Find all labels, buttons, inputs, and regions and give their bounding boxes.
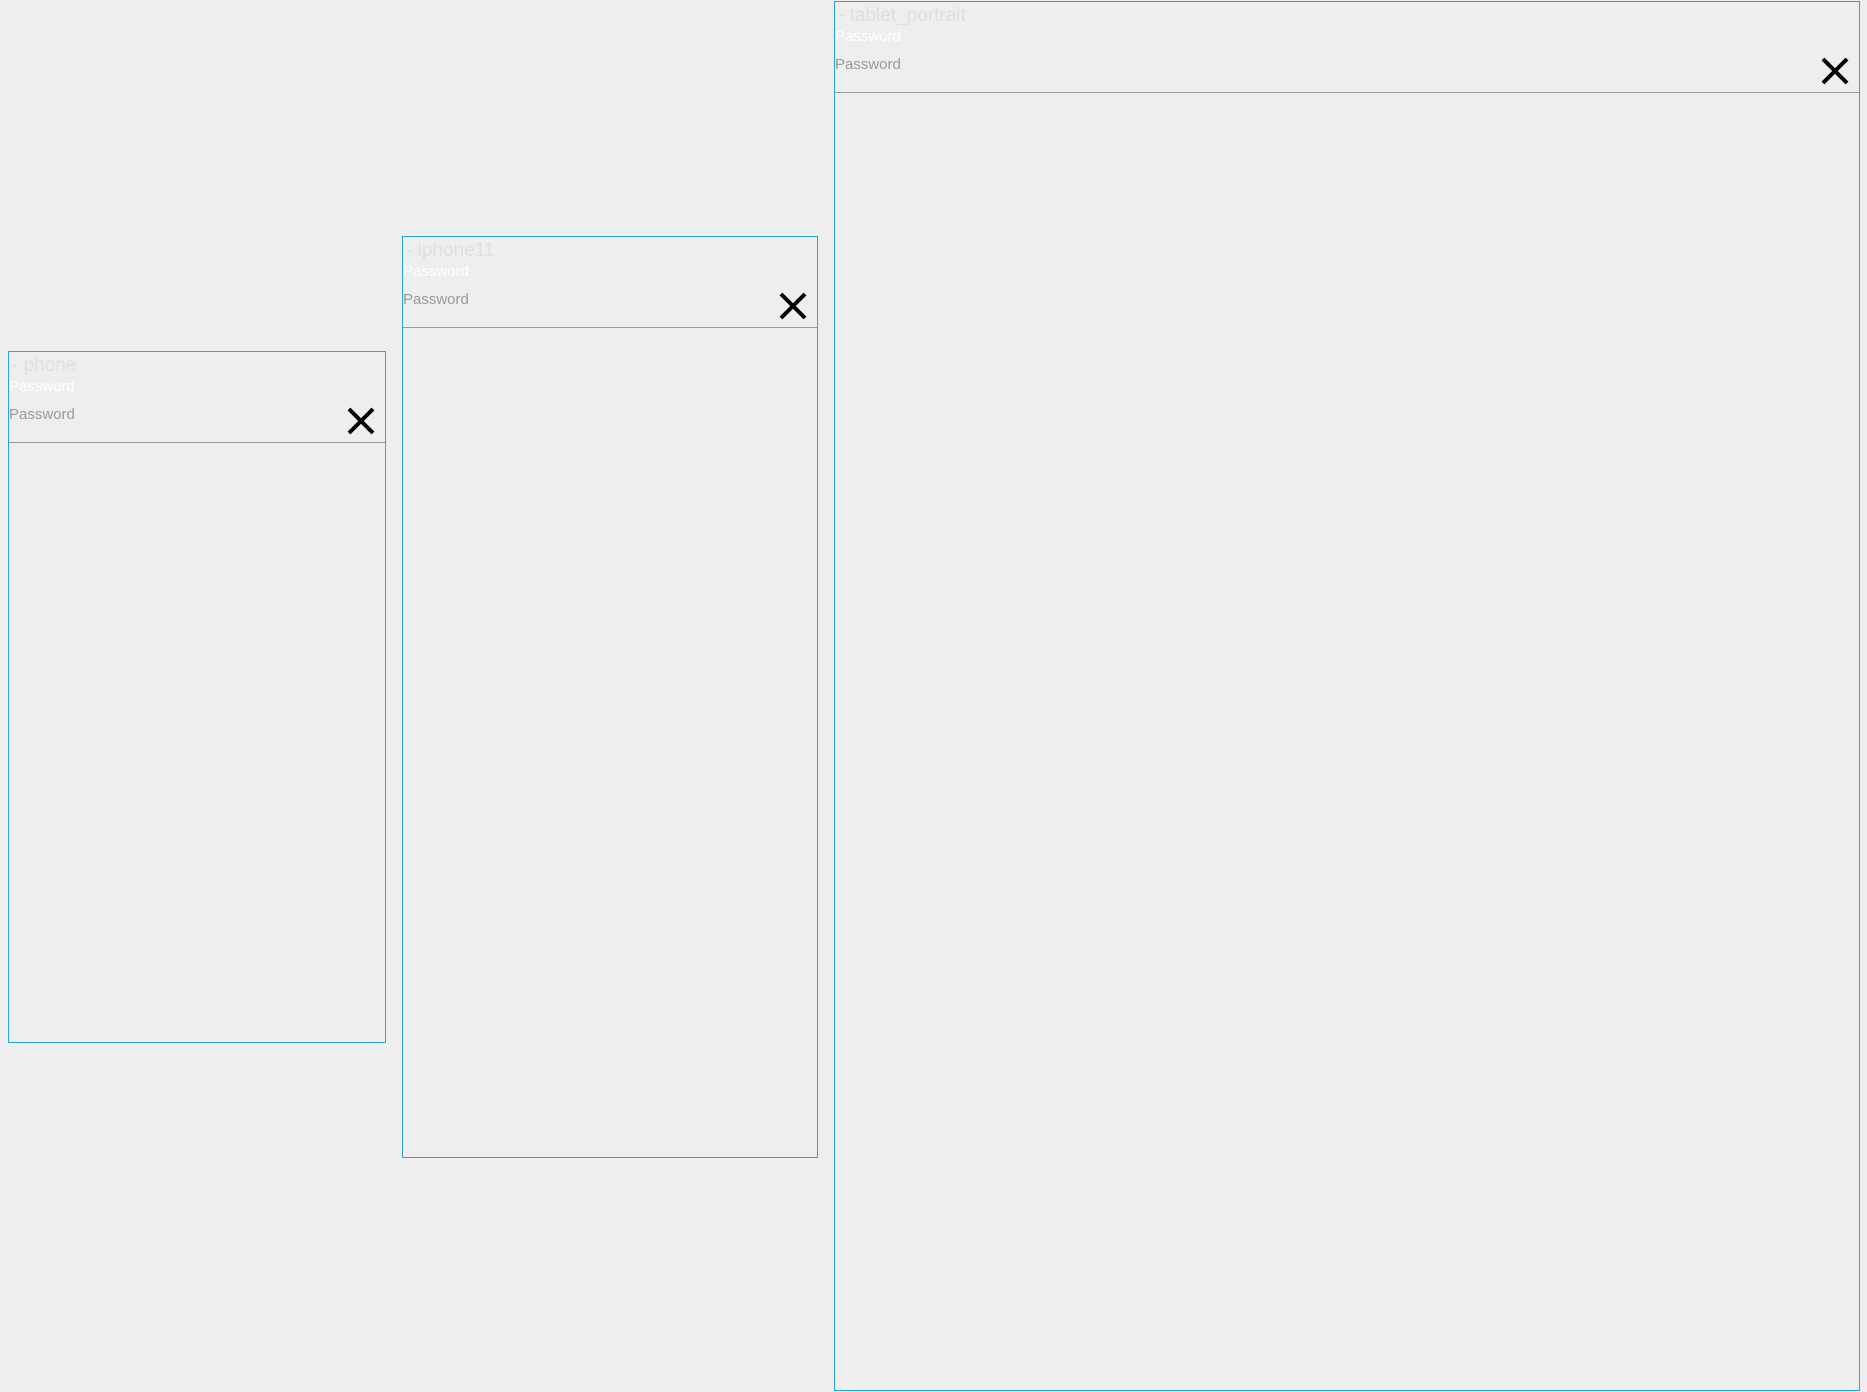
close-icon[interactable] <box>776 289 810 323</box>
password-input[interactable] <box>9 406 325 423</box>
frame-title: - tablet_portrait <box>838 5 966 26</box>
password-input[interactable] <box>835 56 1799 73</box>
password-field <box>403 277 817 328</box>
password-field <box>835 42 1859 93</box>
frame-title: - iphone11 <box>406 240 495 261</box>
device-frame-iphone11: - iphone11 Password <box>402 236 818 1158</box>
frame-title: - phone <box>12 355 77 376</box>
device-frame-phone: - phone Password <box>8 351 386 1043</box>
close-icon[interactable] <box>344 404 378 438</box>
password-field <box>9 392 385 443</box>
device-frame-tablet-portrait: - tablet_portrait Password <box>834 1 1860 1391</box>
password-input[interactable] <box>403 291 757 308</box>
close-icon[interactable] <box>1818 54 1852 88</box>
